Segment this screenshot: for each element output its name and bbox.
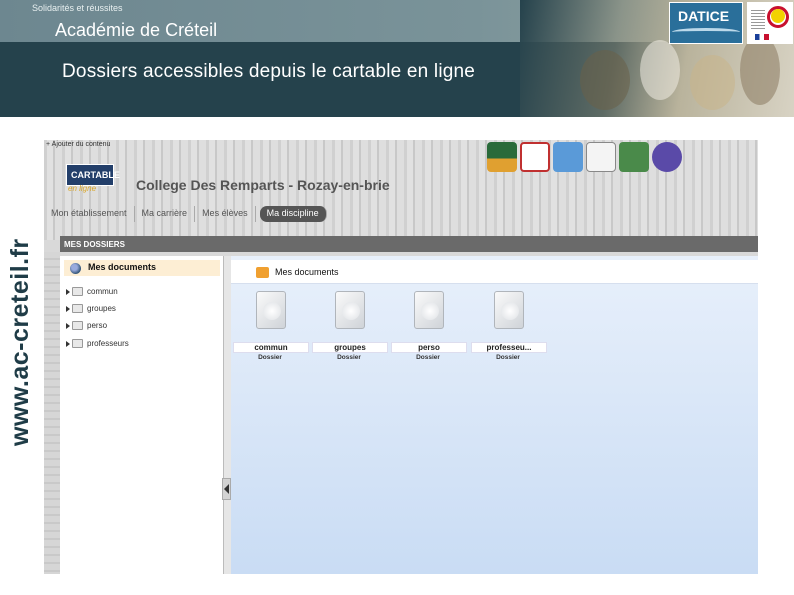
main-nav: Mon établissement Ma carrière Mes élèves… [44, 206, 758, 224]
tree-item-label: groupes [87, 304, 116, 313]
file-type: Dossier [496, 354, 520, 361]
file-item-groupes[interactable]: groupes Dossier [310, 288, 388, 378]
document-icon [335, 291, 365, 329]
datice-logo-text: DATICE [678, 8, 730, 24]
logo-lines-icon [751, 10, 765, 30]
tree-root[interactable]: Mes documents [64, 260, 220, 276]
add-content-link[interactable]: + Ajouter du contenu [46, 141, 110, 148]
tree-item-groupes[interactable]: groupes [66, 304, 216, 318]
section-header: MES DOSSIERS [60, 236, 758, 252]
folder-icon [72, 339, 83, 348]
tagline: Solidarités et réussites [32, 3, 123, 13]
document-icon [414, 291, 444, 329]
nav-carriere[interactable]: Ma carrière [135, 206, 196, 222]
file-name: commun [233, 342, 309, 353]
wave-icon [672, 28, 740, 36]
calendar-icon[interactable] [520, 142, 550, 172]
school-name: College Des Remparts - Rozay-en-brie [136, 177, 390, 193]
file-view-title: Mes documents [275, 267, 339, 277]
expand-icon[interactable] [66, 323, 70, 329]
help-icon[interactable] [652, 142, 682, 172]
expand-icon[interactable] [66, 289, 70, 295]
site-url: www.ac-creteil.fr [6, 238, 34, 446]
page-title: Dossiers accessibles depuis le cartable … [62, 61, 476, 82]
file-view-header: Mes documents [231, 260, 758, 284]
cartable-logo: CARTABLE [66, 164, 120, 186]
nav-etablissement[interactable]: Mon établissement [44, 206, 135, 222]
app-window: + Ajouter du contenu CARTABLE en ligne C… [44, 140, 758, 574]
edit-icon[interactable] [619, 142, 649, 172]
header-banner: Solidarités et réussites Académie de Cré… [0, 0, 794, 117]
folder-tree: Mes documents commun groupes perso profe… [60, 256, 223, 574]
academy-name: Académie de Créteil [55, 20, 218, 40]
file-name: professeu... [471, 342, 547, 353]
file-type: Dossier [416, 354, 440, 361]
file-item-commun[interactable]: commun Dossier [231, 288, 309, 378]
toolbar [487, 142, 682, 172]
tree-item-label: perso [87, 321, 108, 330]
tree-item-label: professeurs [87, 339, 129, 348]
tree-item-professeurs[interactable]: professeurs [66, 339, 216, 353]
collapse-arrow-icon[interactable] [222, 478, 231, 500]
mail-icon[interactable] [586, 142, 616, 172]
folders-icon[interactable] [553, 142, 583, 172]
expand-icon[interactable] [66, 341, 70, 347]
folder-icon [256, 267, 269, 278]
panel-splitter[interactable] [223, 256, 231, 574]
folder-icon [72, 304, 83, 313]
file-type: Dossier [337, 354, 361, 361]
file-item-professeurs[interactable]: professeu... Dossier [469, 288, 547, 378]
file-type: Dossier [258, 354, 282, 361]
file-name: groupes [312, 342, 388, 353]
folder-icon [72, 287, 83, 296]
cartable-logo-sub: en ligne [68, 184, 97, 193]
tree-item-perso[interactable]: perso [66, 321, 216, 335]
globe-icon [70, 263, 81, 274]
folder-icon [72, 321, 83, 330]
document-icon [256, 291, 286, 329]
file-name: perso [391, 342, 467, 353]
nav-eleves[interactable]: Mes élèves [195, 206, 256, 222]
cartable-logo-text: CARTABLE [71, 170, 120, 180]
document-icon [494, 291, 524, 329]
expand-icon[interactable] [66, 306, 70, 312]
tree-item-label: commun [87, 287, 118, 296]
logo-e-icon [771, 9, 785, 23]
left-edge [44, 252, 60, 574]
tree-root-label: Mes documents [88, 262, 157, 272]
tree-item-commun[interactable]: commun [66, 287, 216, 301]
flag-icon [755, 34, 769, 40]
nav-discipline[interactable]: Ma discipline [259, 206, 327, 222]
file-view: Mes documents commun Dossier groupes Dos… [231, 256, 758, 574]
academy-logo [747, 2, 793, 44]
file-item-perso[interactable]: perso Dossier [389, 288, 467, 378]
datice-logo: DATICE [669, 2, 743, 44]
notebook-icon[interactable] [487, 142, 517, 172]
